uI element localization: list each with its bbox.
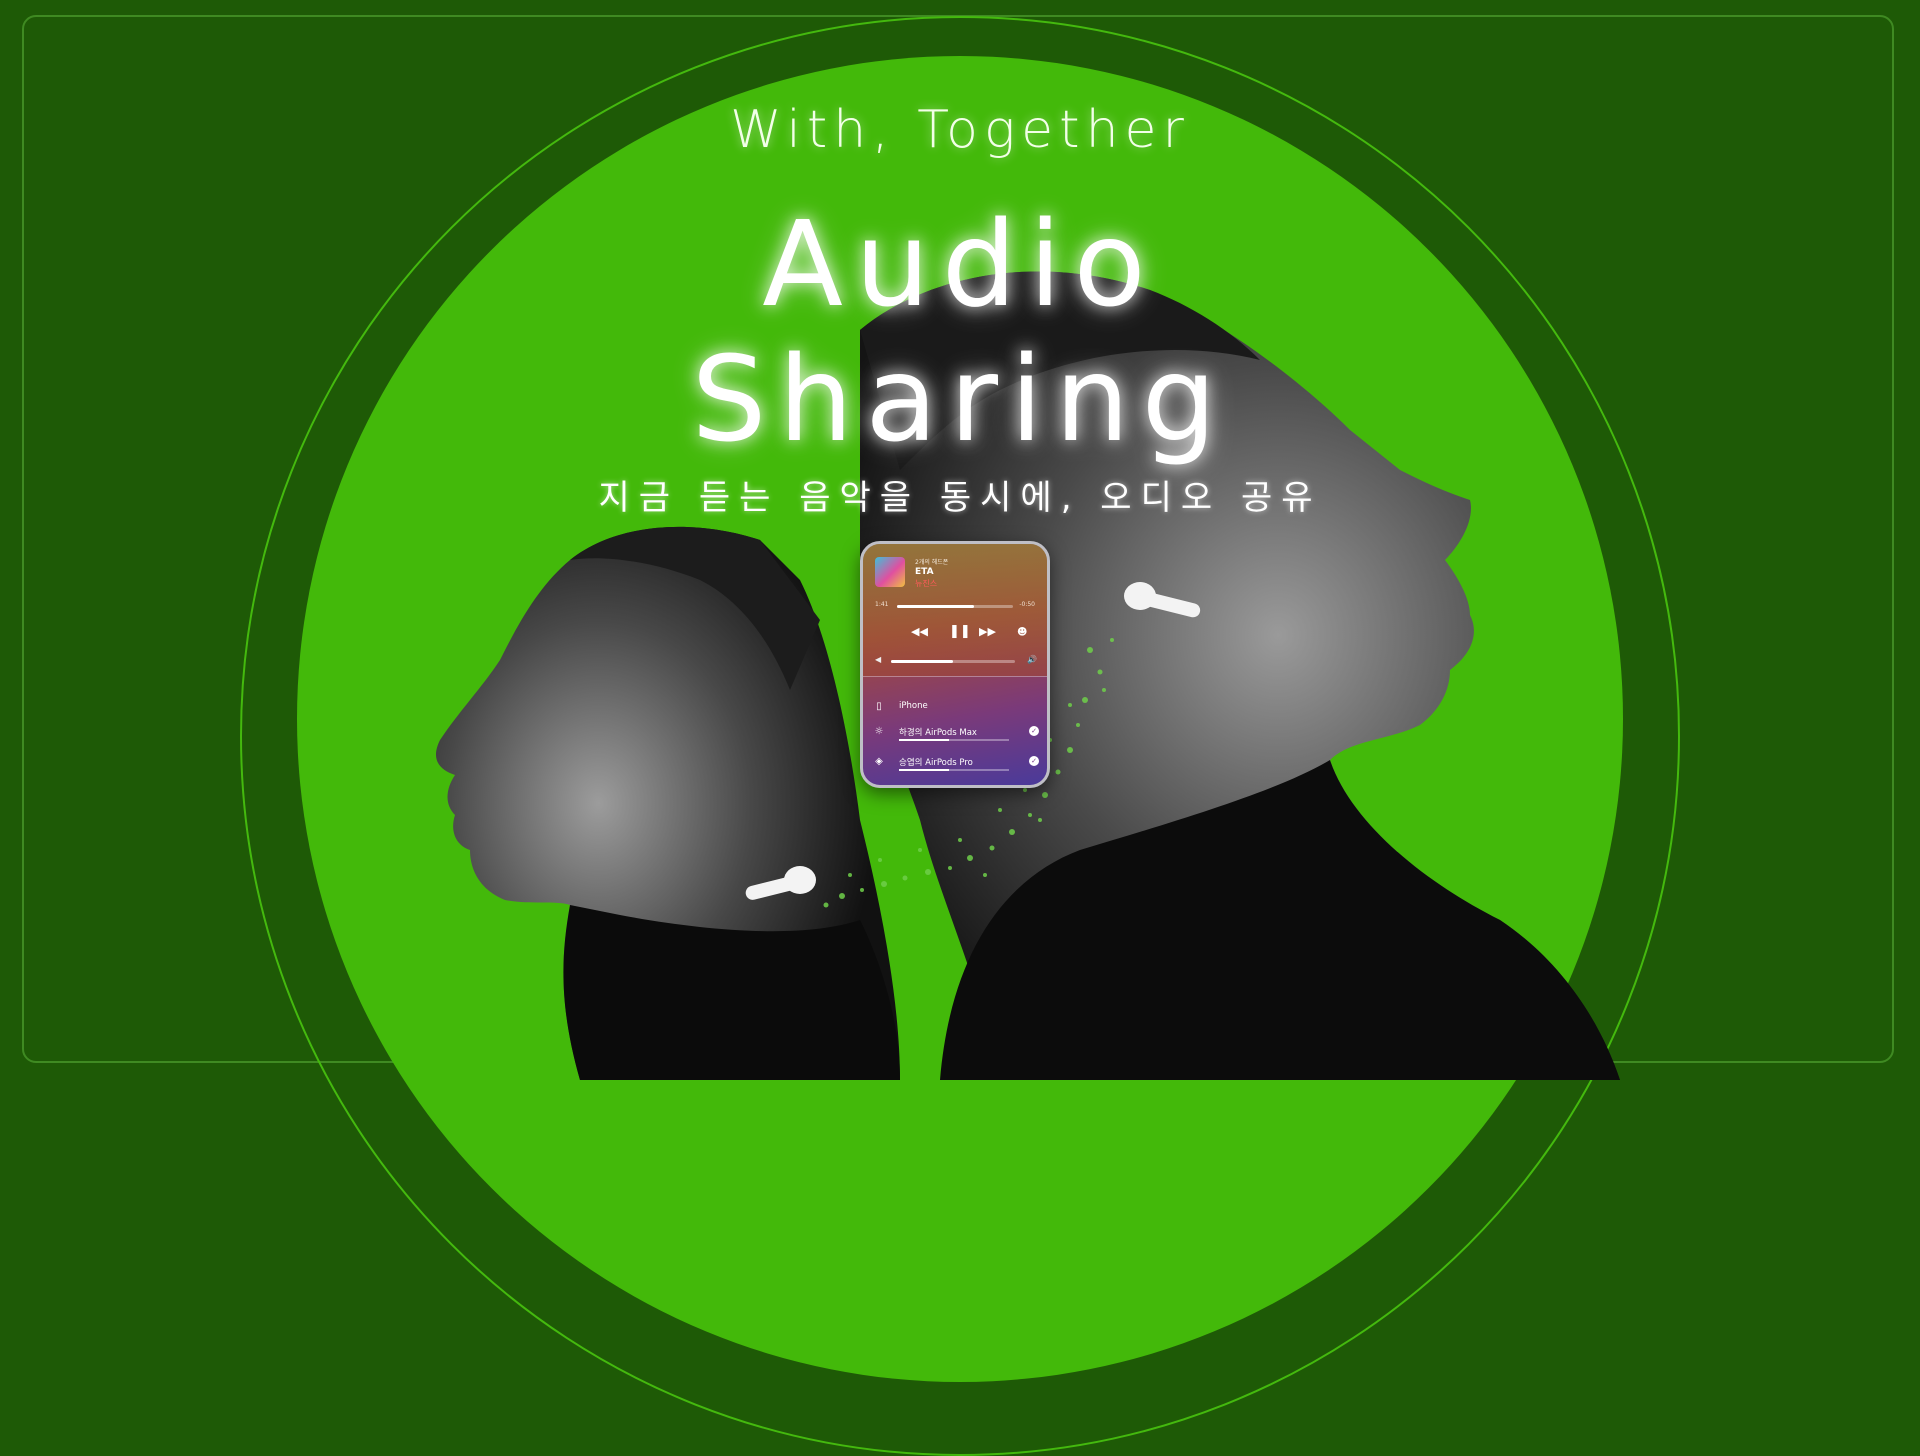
volume-low-icon: ◀ [875,655,882,664]
progress-bar[interactable] [897,605,1013,608]
album-label: 2개의 헤드폰 [915,559,949,566]
forward-icon[interactable]: ▶▶ [979,624,996,640]
airpods-icon: ◈ [875,756,883,767]
pause-icon[interactable]: ❚❚ [949,624,971,640]
headphones-icon: ☼ [874,726,884,737]
audio-sharing-widget: 2개의 헤드폰 ETA 뉴진스 1:41 -0:50 ◀◀ ❚❚ ▶▶ ☻ ◀ … [860,541,1050,788]
left-person [435,526,900,1080]
divider [863,676,1047,677]
share-audio-icon[interactable]: ☻ [1017,625,1027,641]
remaining-time: -0:50 [1019,601,1035,608]
check-icon[interactable]: ✓ [1029,726,1039,736]
title-line-2: Sharing [691,330,1229,468]
album-art[interactable] [875,557,905,587]
tagline: With, Together [730,100,1190,160]
device-row-airpods-max[interactable]: ☼ 하경의 AirPods Max ✓ [873,724,1043,744]
volume-fill [891,660,953,663]
song-title: ETA [915,567,934,577]
device-row-iphone[interactable]: ▯ iPhone [873,699,1043,719]
volume-high-icon: 🔊 [1027,655,1037,664]
subtitle: 지금 듣는 음악을 동시에, 오디오 공유 [598,478,1322,518]
device-name: iPhone [899,701,928,711]
rewind-icon[interactable]: ◀◀ [911,624,928,640]
check-icon[interactable]: ✓ [1029,756,1039,766]
volume-slider[interactable] [891,660,1015,663]
title-line-1: Audio [762,195,1158,333]
people-illustration [435,271,1620,1080]
artist-name: 뉴진스 [915,579,938,588]
device-name: 하경의 AirPods Max [899,728,977,738]
elapsed-time: 1:41 [875,601,889,608]
progress-fill [897,605,974,608]
device-name: 승엽의 AirPods Pro [899,758,973,768]
device-row-airpods-pro[interactable]: ◈ 승엽의 AirPods Pro ✓ [873,754,1043,774]
device-volume-slider[interactable] [899,769,1009,771]
iphone-icon: ▯ [876,701,882,712]
device-volume-slider[interactable] [899,739,1009,741]
